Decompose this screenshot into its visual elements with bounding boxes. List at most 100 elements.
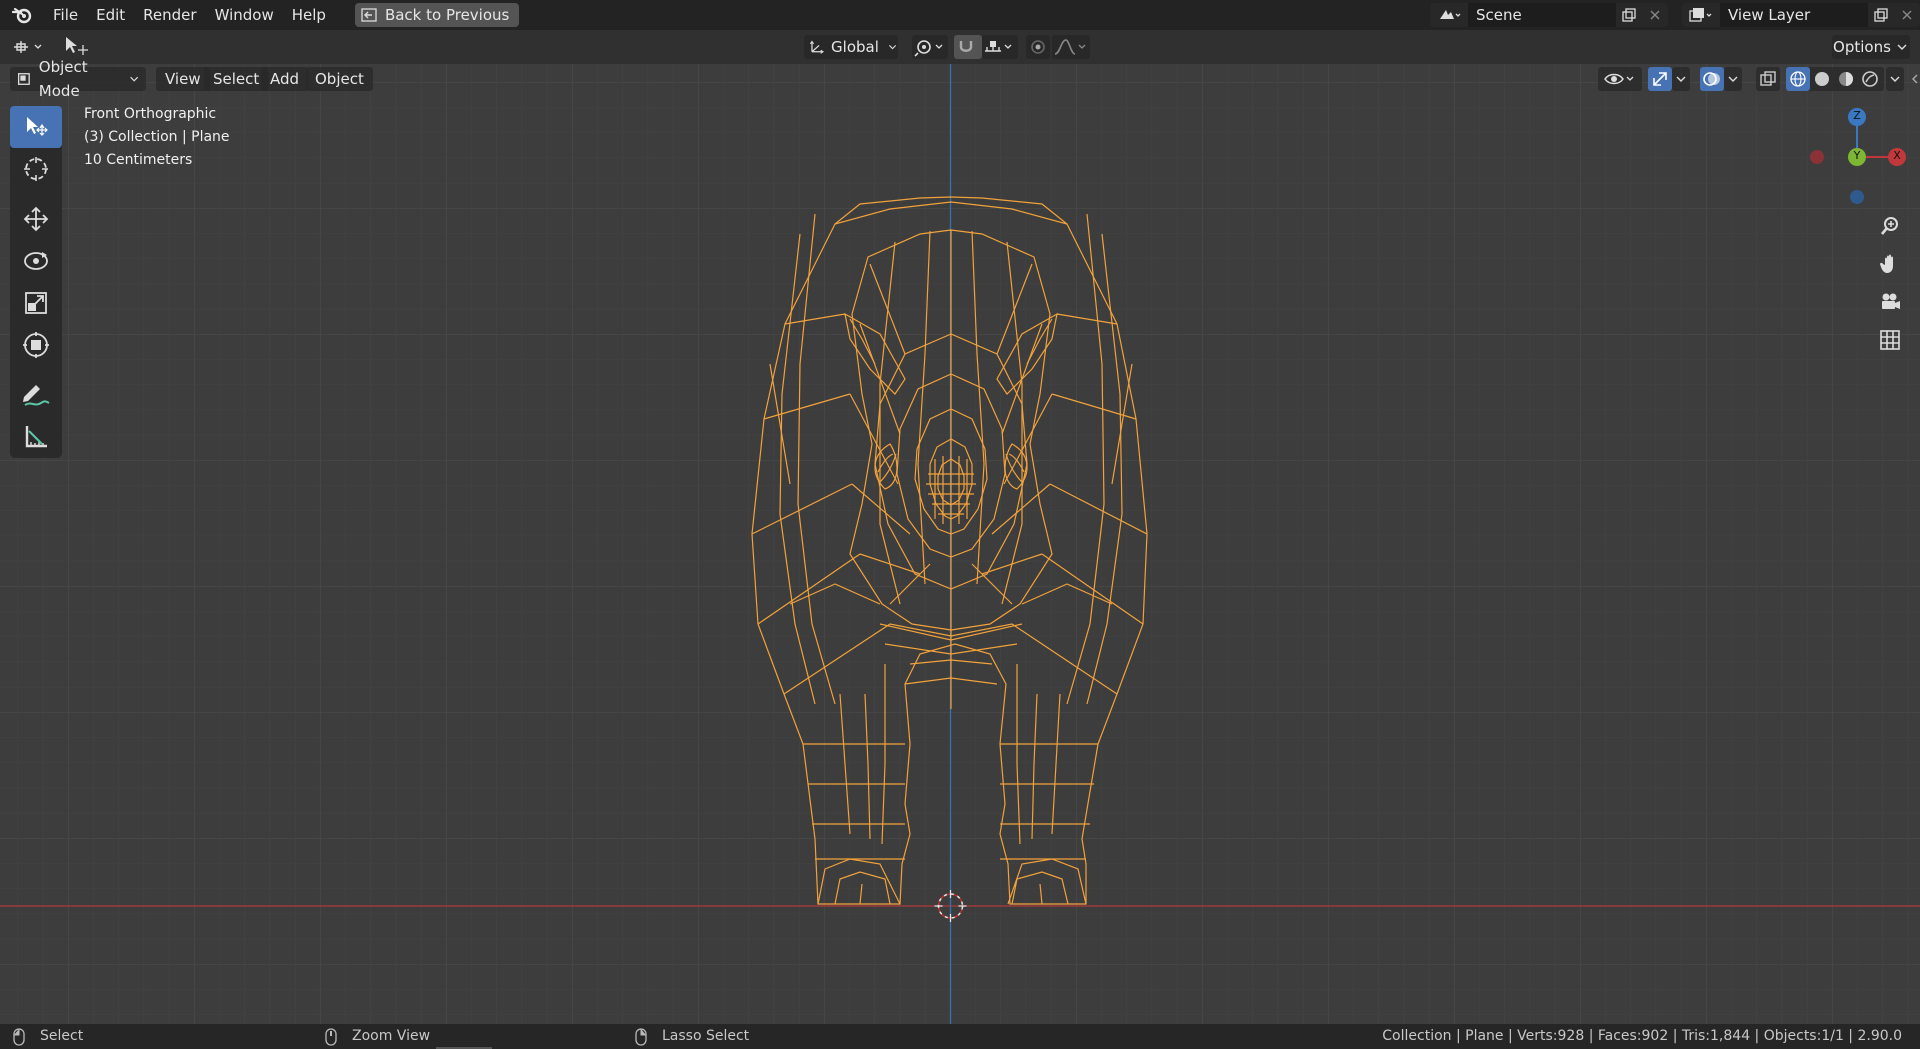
transform-orientation-dropdown[interactable]: Global <box>804 35 898 59</box>
new-scene-button[interactable] <box>1616 3 1642 27</box>
tool-annotate[interactable] <box>10 374 62 416</box>
chevron-down-icon <box>1890 76 1900 82</box>
view-layer-field[interactable]: View Layer <box>1720 3 1868 27</box>
pivot-point-dropdown[interactable] <box>912 35 948 59</box>
chevron-down-icon <box>1728 76 1738 82</box>
orientation-value: Global <box>831 38 879 56</box>
shading-dropdown[interactable] <box>1886 67 1904 91</box>
mouse-left-icon <box>13 1027 25 1046</box>
back-to-previous-button[interactable]: Back to Previous <box>354 3 520 27</box>
chevron-down-icon <box>1897 44 1907 50</box>
annotate-icon <box>23 385 50 406</box>
orientation-icon <box>809 40 824 54</box>
xray-toggle[interactable] <box>1756 67 1780 91</box>
menu-object[interactable]: Object <box>306 67 373 91</box>
gizmo-neg-x[interactable] <box>1810 150 1824 164</box>
gizmo-x-label: X <box>1893 149 1901 162</box>
grid-scale-label: 10 Centimeters <box>84 152 193 168</box>
visibility-dropdown[interactable] <box>1598 67 1642 91</box>
close-icon <box>1650 10 1660 20</box>
view-name-label: Front Orthographic <box>84 106 217 122</box>
zoom-view-button[interactable] <box>1874 210 1906 242</box>
chevron-left-icon <box>1912 74 1918 84</box>
view-layer-icon <box>1689 8 1712 22</box>
menu-view[interactable]: View <box>156 67 210 91</box>
menu-select[interactable]: Select <box>204 67 269 91</box>
menu-file[interactable]: File <box>44 0 87 30</box>
menu-help[interactable]: Help <box>283 0 335 30</box>
hand-icon <box>1880 254 1893 273</box>
rotate-icon <box>24 252 48 270</box>
scene-name-field[interactable]: Scene <box>1468 3 1616 27</box>
scene-icon <box>1440 10 1461 19</box>
delete-scene-button[interactable] <box>1642 3 1668 27</box>
grid-icon <box>1880 330 1900 350</box>
tool-measure[interactable] <box>10 416 62 458</box>
tool-settings-bar: Global Options <box>0 30 1920 64</box>
scale-icon <box>25 292 47 314</box>
overlays-toggle[interactable] <box>1700 67 1724 91</box>
camera-view-button[interactable] <box>1874 286 1906 318</box>
object-mode-icon <box>17 73 30 85</box>
wireframe-sphere-icon <box>1790 71 1806 87</box>
delete-view-layer-button[interactable] <box>1894 3 1920 27</box>
new-view-layer-button[interactable] <box>1868 3 1894 27</box>
mouse-middle-icon <box>325 1027 337 1046</box>
duplicate-icon <box>1874 8 1888 22</box>
tool-shelf <box>10 106 62 458</box>
back-icon <box>361 8 377 22</box>
options-dropdown[interactable]: Options <box>1832 35 1910 59</box>
falloff-dropdown[interactable] <box>1052 35 1090 59</box>
toggle-perspective-button[interactable] <box>1874 324 1906 356</box>
shading-rendered-button[interactable] <box>1858 67 1882 91</box>
overlays-dropdown[interactable] <box>1724 67 1742 91</box>
menu-edit[interactable]: Edit <box>87 0 134 30</box>
proportional-edit-icon <box>1031 40 1045 54</box>
gizmo-neg-z[interactable] <box>1850 190 1864 204</box>
status-zoom-label: Zoom View <box>352 1028 431 1044</box>
move-icon <box>23 206 49 232</box>
viewport-canvas[interactable] <box>0 64 1920 1024</box>
shading-material-button[interactable] <box>1834 67 1858 91</box>
view-layer-browse-button[interactable] <box>1682 3 1720 27</box>
gizmo-dropdown[interactable] <box>1672 67 1690 91</box>
status-lasso-hint: Lasso Select <box>634 1024 749 1049</box>
menu-add[interactable]: Add <box>261 67 309 91</box>
rendered-sphere-icon <box>1862 71 1878 87</box>
grid-major <box>0 64 1920 1024</box>
cursor-icon <box>24 157 48 181</box>
zoom-icon <box>1881 217 1898 235</box>
status-select-hint: Select <box>12 1024 83 1049</box>
sidebar-toggle[interactable] <box>1910 72 1920 86</box>
snap-target-dropdown[interactable] <box>982 35 1018 59</box>
shading-solid-button[interactable] <box>1810 67 1834 91</box>
pan-view-button[interactable] <box>1874 248 1906 280</box>
tool-cursor[interactable] <box>10 148 62 190</box>
scene-browse-button[interactable] <box>1430 3 1468 27</box>
gizmo-z-label: Z <box>1853 109 1861 122</box>
status-select-label: Select <box>40 1028 84 1044</box>
overlays-icon <box>1703 72 1720 86</box>
menu-window[interactable]: Window <box>206 0 283 30</box>
menu-render[interactable]: Render <box>134 0 205 30</box>
falloff-curve-icon <box>1054 39 1086 55</box>
3d-viewport[interactable]: Front Orthographic (3) Collection | Plan… <box>0 64 1920 1024</box>
eye-icon <box>1604 73 1634 85</box>
magnet-icon <box>959 41 973 52</box>
transform-icon <box>23 332 49 358</box>
chevron-down-icon <box>129 76 138 82</box>
tool-move[interactable] <box>10 198 62 240</box>
tool-transform[interactable] <box>10 324 62 366</box>
shading-wireframe-button[interactable] <box>1786 67 1810 91</box>
shading-mode-group <box>1786 67 1884 91</box>
tool-select-box[interactable] <box>10 106 62 148</box>
tool-rotate[interactable] <box>10 240 62 282</box>
snap-toggle[interactable] <box>954 35 982 59</box>
gizmo-toggle[interactable] <box>1648 67 1672 91</box>
editor-type-icon <box>14 41 42 53</box>
tool-scale[interactable] <box>10 282 62 324</box>
options-label: Options <box>1833 38 1891 56</box>
proportional-edit-toggle[interactable] <box>1026 35 1050 59</box>
object-mode-dropdown[interactable]: Object Mode <box>10 58 146 100</box>
blender-logo-icon[interactable] <box>0 0 44 30</box>
